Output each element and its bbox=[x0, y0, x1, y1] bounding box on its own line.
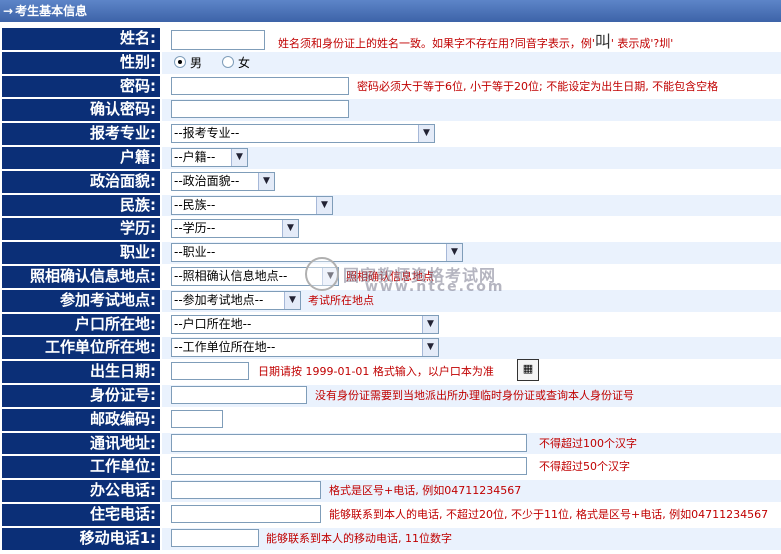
name-hint: 姓名须和身份证上的姓名一致。如果字不存在用?同音字表示，例'叫' 表示成'?圳' bbox=[278, 32, 674, 51]
photo-site-select[interactable]: --照相确认信息地点-- ▼ bbox=[171, 266, 339, 286]
education-select[interactable]: --学历-- ▼ bbox=[171, 219, 299, 239]
name-label: 姓名: bbox=[2, 28, 160, 50]
mobile-input[interactable] bbox=[171, 528, 259, 547]
ethnic-select[interactable]: --民族-- ▼ bbox=[171, 195, 333, 215]
photo-site-hint: 照相确认信息地点 bbox=[346, 269, 434, 283]
registration-form: 姓名: 姓名须和身份证上的姓名一致。如果字不存在用?同音字表示，例'叫' 表示成… bbox=[0, 28, 781, 552]
political-select[interactable]: --政治面貌-- ▼ bbox=[171, 171, 275, 191]
form-row-employer: 工作单位: 不得超过50个汉字 bbox=[0, 456, 781, 481]
form-row-political: 政治面貌: --政治面貌-- ▼ bbox=[0, 170, 781, 195]
postcode-input[interactable] bbox=[171, 409, 223, 428]
gender-female-radio[interactable]: 女 bbox=[222, 55, 250, 71]
political-label: 政治面貌: bbox=[2, 170, 160, 193]
chevron-down-icon: ▼ bbox=[422, 315, 438, 333]
workplace-loc-label: 工作单位所在地: bbox=[2, 337, 160, 360]
chevron-down-icon: ▼ bbox=[422, 339, 438, 357]
gender-label: 性别: bbox=[2, 51, 160, 74]
mobile-hint: 能够联系到本人的移动电话, 11位数字 bbox=[266, 531, 452, 545]
form-row-education: 学历: --学历-- ▼ bbox=[0, 218, 781, 243]
chevron-down-icon: ▼ bbox=[231, 148, 247, 166]
major-label: 报考专业: bbox=[2, 123, 160, 145]
ethnic-label: 民族: bbox=[2, 194, 160, 217]
birth-input[interactable] bbox=[171, 362, 249, 381]
exam-site-hint: 考试所在地点 bbox=[308, 293, 374, 307]
office-phone-label: 办公电话: bbox=[2, 480, 160, 502]
chevron-down-icon: ▼ bbox=[322, 267, 338, 285]
id-number-label: 身份证号: bbox=[2, 384, 160, 407]
employer-hint: 不得超过50个汉字 bbox=[539, 460, 630, 474]
home-phone-hint: 能够联系到本人的电话, 不超过20位, 不少于11位, 格式是区号+电话, 例如… bbox=[329, 507, 769, 521]
chevron-down-icon: ▼ bbox=[446, 244, 462, 262]
hukou-select[interactable]: --户口所在地-- ▼ bbox=[171, 314, 439, 334]
education-label: 学历: bbox=[2, 218, 160, 241]
section-title: 考生基本信息 bbox=[15, 4, 88, 18]
password-hint: 密码必须大于等于6位, 小于等于20位; 不能设定为出生日期, 不能包含空格 bbox=[357, 79, 719, 93]
form-row-hukou: 户口所在地: --户口所在地-- ▼ bbox=[0, 313, 781, 338]
form-row-name: 姓名: 姓名须和身份证上的姓名一致。如果字不存在用?同音字表示，例'叫' 表示成… bbox=[0, 28, 781, 52]
form-row-mobile: 移动电话1: 能够联系到本人的移动电话, 11位数字 bbox=[0, 527, 781, 552]
section-header: → 考生基本信息 bbox=[0, 0, 781, 22]
chevron-down-icon: ▼ bbox=[418, 125, 434, 143]
office-phone-hint: 格式是区号+电话, 例如04711234567 bbox=[329, 484, 522, 498]
occupation-select[interactable]: --职业-- ▼ bbox=[171, 243, 463, 263]
form-row-password: 密码: 密码必须大于等于6位, 小于等于20位; 不能设定为出生日期, 不能包含… bbox=[0, 75, 781, 100]
office-phone-input[interactable] bbox=[171, 481, 321, 500]
form-row-major: 报考专业: --报考专业-- ▼ bbox=[0, 123, 781, 147]
major-select[interactable]: --报考专业-- ▼ bbox=[171, 124, 435, 144]
employer-label: 工作单位: bbox=[2, 456, 160, 479]
chevron-down-icon: ▼ bbox=[258, 172, 274, 190]
form-row-occupation: 职业: --职业-- ▼ bbox=[0, 242, 781, 266]
radio-unchecked-icon bbox=[222, 55, 234, 68]
radio-checked-icon bbox=[174, 55, 186, 68]
postcode-label: 邮政编码: bbox=[2, 408, 160, 431]
form-row-household: 户籍: --户籍-- ▼ bbox=[0, 146, 781, 171]
occupation-label: 职业: bbox=[2, 242, 160, 264]
exam-site-label: 参加考试地点: bbox=[2, 289, 160, 312]
photo-site-label: 照相确认信息地点: bbox=[2, 265, 160, 288]
form-row-confirm-password: 确认密码: bbox=[0, 99, 781, 124]
household-select[interactable]: --户籍-- ▼ bbox=[171, 147, 248, 167]
form-row-home-phone: 住宅电话: 能够联系到本人的电话, 不超过20位, 不少于11位, 格式是区号+… bbox=[0, 503, 781, 528]
employer-input[interactable] bbox=[171, 457, 527, 476]
workplace-loc-select[interactable]: --工作单位所在地-- ▼ bbox=[171, 338, 439, 358]
form-row-birth: 出生日期: 日期请按 1999-01-01 格式输入，以户口本为准 ▦ bbox=[0, 359, 781, 385]
mobile-label: 移动电话1: bbox=[2, 527, 160, 550]
form-row-ethnic: 民族: --民族-- ▼ bbox=[0, 194, 781, 219]
id-number-hint: 没有身份证需要到当地派出所办理临时身份证或查询本人身份证号 bbox=[315, 388, 634, 402]
home-phone-label: 住宅电话: bbox=[2, 503, 160, 526]
household-label: 户籍: bbox=[2, 146, 160, 169]
address-label: 通讯地址: bbox=[2, 432, 160, 455]
form-row-address: 通讯地址: 不得超过100个汉字 bbox=[0, 432, 781, 457]
birth-hint: 日期请按 1999-01-01 格式输入，以户口本为准 bbox=[258, 365, 494, 379]
confirm-password-input[interactable] bbox=[171, 100, 349, 119]
chevron-down-icon: ▼ bbox=[284, 291, 300, 309]
chevron-down-icon: ▼ bbox=[316, 196, 332, 214]
form-row-workplace-loc: 工作单位所在地: --工作单位所在地-- ▼ bbox=[0, 337, 781, 362]
form-row-exam-site: 参加考试地点: --参加考试地点-- ▼ 考试所在地点 bbox=[0, 289, 781, 314]
form-row-photo-site: 照相确认信息地点: --照相确认信息地点-- ▼ 照相确认信息地点 bbox=[0, 265, 781, 290]
chevron-down-icon: ▼ bbox=[282, 220, 298, 238]
birth-label: 出生日期: bbox=[2, 361, 160, 383]
password-input[interactable] bbox=[171, 76, 349, 95]
name-input[interactable] bbox=[171, 30, 265, 50]
form-row-postcode: 邮政编码: bbox=[0, 408, 781, 433]
password-label: 密码: bbox=[2, 75, 160, 98]
arrow-icon: → bbox=[3, 4, 14, 18]
address-hint: 不得超过100个汉字 bbox=[539, 436, 637, 450]
calendar-icon[interactable]: ▦ bbox=[517, 359, 539, 382]
id-number-input[interactable] bbox=[171, 385, 307, 404]
form-row-id-number: 身份证号: 没有身份证需要到当地派出所办理临时身份证或查询本人身份证号 bbox=[0, 384, 781, 409]
hukou-label: 户口所在地: bbox=[2, 313, 160, 336]
confirm-password-label: 确认密码: bbox=[2, 99, 160, 122]
address-input[interactable] bbox=[171, 433, 527, 452]
exam-site-select[interactable]: --参加考试地点-- ▼ bbox=[171, 290, 301, 310]
gender-male-radio[interactable]: 男 bbox=[174, 55, 202, 71]
form-row-gender: 性别: 男 女 bbox=[0, 51, 781, 76]
home-phone-input[interactable] bbox=[171, 504, 321, 523]
form-row-office-phone: 办公电话: 格式是区号+电话, 例如04711234567 bbox=[0, 480, 781, 504]
